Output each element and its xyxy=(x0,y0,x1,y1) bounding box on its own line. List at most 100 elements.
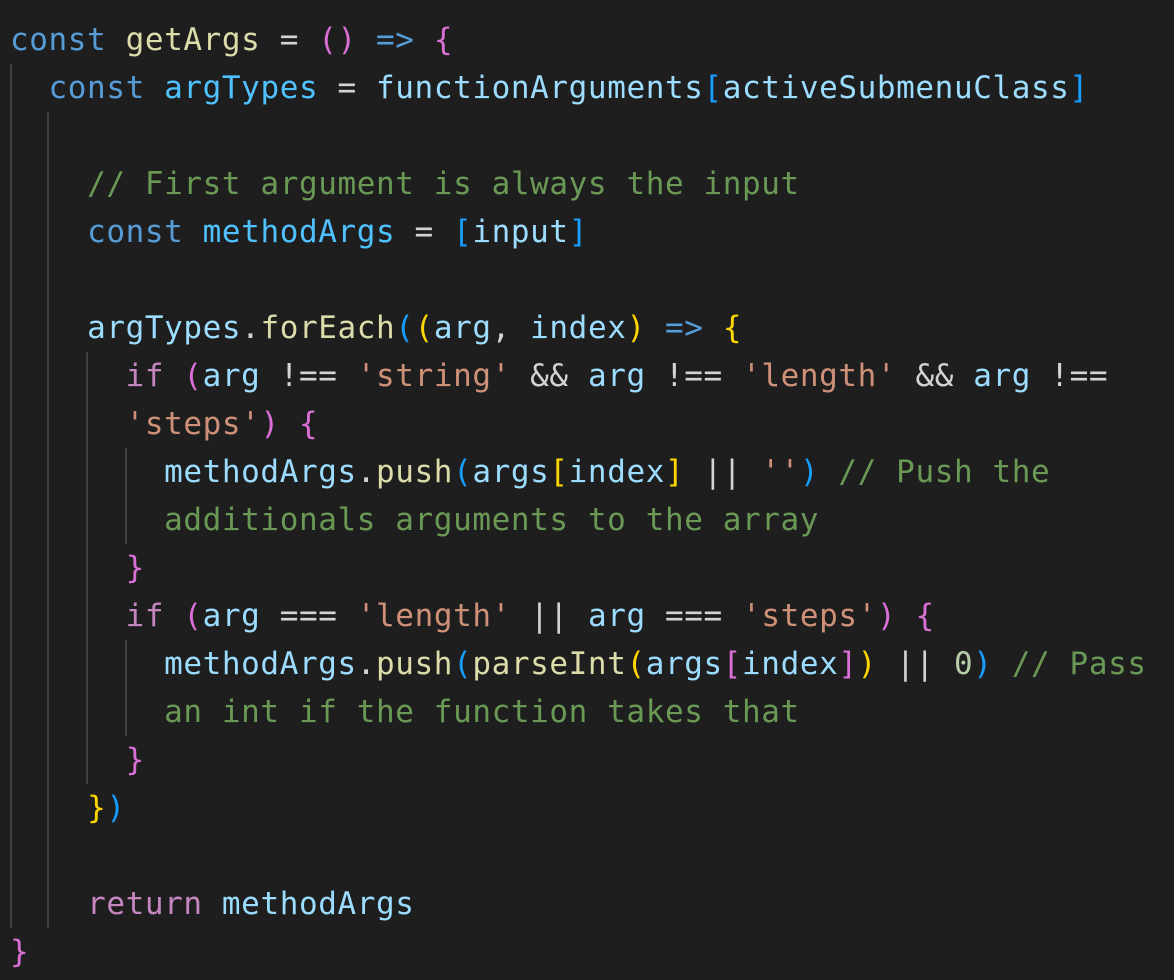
code-token: an int if the function takes that xyxy=(164,694,800,730)
code-line: additionals arguments to the array xyxy=(10,496,1147,544)
code-line: } xyxy=(10,544,1147,592)
code-token: () xyxy=(318,22,357,58)
code-token: = xyxy=(260,22,319,58)
code-token: ] xyxy=(838,646,858,682)
code-line: 'steps') { xyxy=(10,400,1147,448)
code-line: methodArgs.push(parseInt(args[index]) ||… xyxy=(10,640,1147,688)
code-token: const xyxy=(48,70,145,106)
code-token: ] xyxy=(568,214,588,250)
code-token: ( xyxy=(395,310,415,346)
code-token: !== xyxy=(645,358,743,394)
code-area[interactable]: const getArgs = () => { const argTypes =… xyxy=(10,16,1147,976)
code-editor[interactable]: const getArgs = () => { const argTypes =… xyxy=(0,0,1174,980)
code-token: functionArguments xyxy=(376,70,704,106)
code-line: const methodArgs = [input] xyxy=(10,208,1147,256)
code-token: [ xyxy=(549,454,569,490)
code-token: 'steps' xyxy=(125,406,261,442)
code-line: if (arg === 'length' || arg === 'steps')… xyxy=(10,592,1147,640)
code-token: . xyxy=(356,646,377,682)
code-line: return methodArgs xyxy=(10,880,1147,928)
code-token: arg xyxy=(202,598,261,634)
code-token: ) xyxy=(260,406,280,442)
code-token: // First argument is always the input xyxy=(87,166,800,202)
code-line: const argTypes = functionArguments[activ… xyxy=(10,64,1147,112)
code-token: index xyxy=(742,646,839,682)
code-token: getArgs xyxy=(125,22,261,58)
code-token: && xyxy=(896,358,974,394)
code-token: ( xyxy=(414,310,434,346)
code-token: arg xyxy=(433,310,492,346)
code-token: // Push the xyxy=(838,454,1051,490)
code-token: [ xyxy=(453,214,473,250)
code-token: } xyxy=(10,934,30,970)
code-token: } xyxy=(87,790,107,826)
code-token: methodArgs xyxy=(164,454,357,490)
code-token: = xyxy=(318,70,377,106)
code-token: activeSubmenuClass xyxy=(722,70,1070,106)
code-token: methodArgs xyxy=(164,646,357,682)
code-token: ) xyxy=(799,454,820,490)
code-token: => xyxy=(665,310,704,346)
code-token: 'length' xyxy=(742,358,897,394)
code-token: { xyxy=(722,310,743,346)
code-token: ( xyxy=(183,598,203,634)
code-token: || xyxy=(876,646,954,682)
code-line: methodArgs.push(args[index] || '') // Pu… xyxy=(10,448,1147,496)
code-token: !== xyxy=(260,358,357,394)
code-token: , xyxy=(491,310,531,346)
code-line: // First argument is always the input xyxy=(10,160,1147,208)
code-token: . xyxy=(241,310,261,346)
code-token: 0 xyxy=(953,646,974,682)
code-token: push xyxy=(376,454,454,490)
code-token: '' xyxy=(761,454,800,490)
code-token: args xyxy=(472,454,550,490)
code-token: !== xyxy=(1031,358,1109,394)
code-token: methodArgs xyxy=(202,214,396,250)
code-token: ] xyxy=(665,454,685,490)
code-token: ( xyxy=(626,646,646,682)
code-token: } xyxy=(125,550,145,586)
code-token: 'length' xyxy=(356,598,511,634)
code-token: parseInt xyxy=(472,646,627,682)
code-token: = xyxy=(395,214,454,250)
code-token: ) xyxy=(857,646,877,682)
code-token: [ xyxy=(722,646,743,682)
code-token: return xyxy=(87,886,203,922)
code-token: argTypes xyxy=(164,70,319,106)
code-token: ) xyxy=(973,646,993,682)
code-token: || xyxy=(684,454,762,490)
code-token: argTypes xyxy=(87,310,242,346)
code-token: additionals arguments to the array xyxy=(164,502,820,538)
code-token: [ xyxy=(703,70,723,106)
code-token: ] xyxy=(1069,70,1089,106)
code-token: ) xyxy=(106,790,126,826)
code-token: === xyxy=(645,598,743,634)
code-token: && xyxy=(510,358,588,394)
code-token: ) xyxy=(626,310,646,346)
code-line: an int if the function takes that xyxy=(10,688,1147,736)
code-token: ( xyxy=(183,358,203,394)
